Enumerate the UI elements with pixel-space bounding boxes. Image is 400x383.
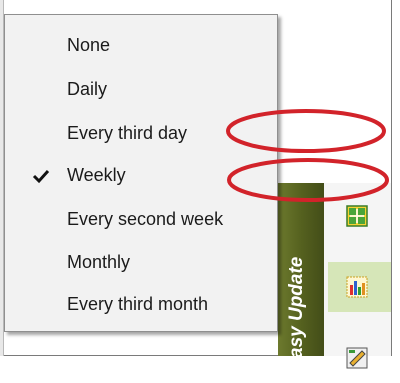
highlight-ellipse-weekly: [227, 158, 389, 202]
annotation-overlay: [226, 109, 389, 202]
highlight-ellipse-every-third-day: [226, 109, 386, 153]
